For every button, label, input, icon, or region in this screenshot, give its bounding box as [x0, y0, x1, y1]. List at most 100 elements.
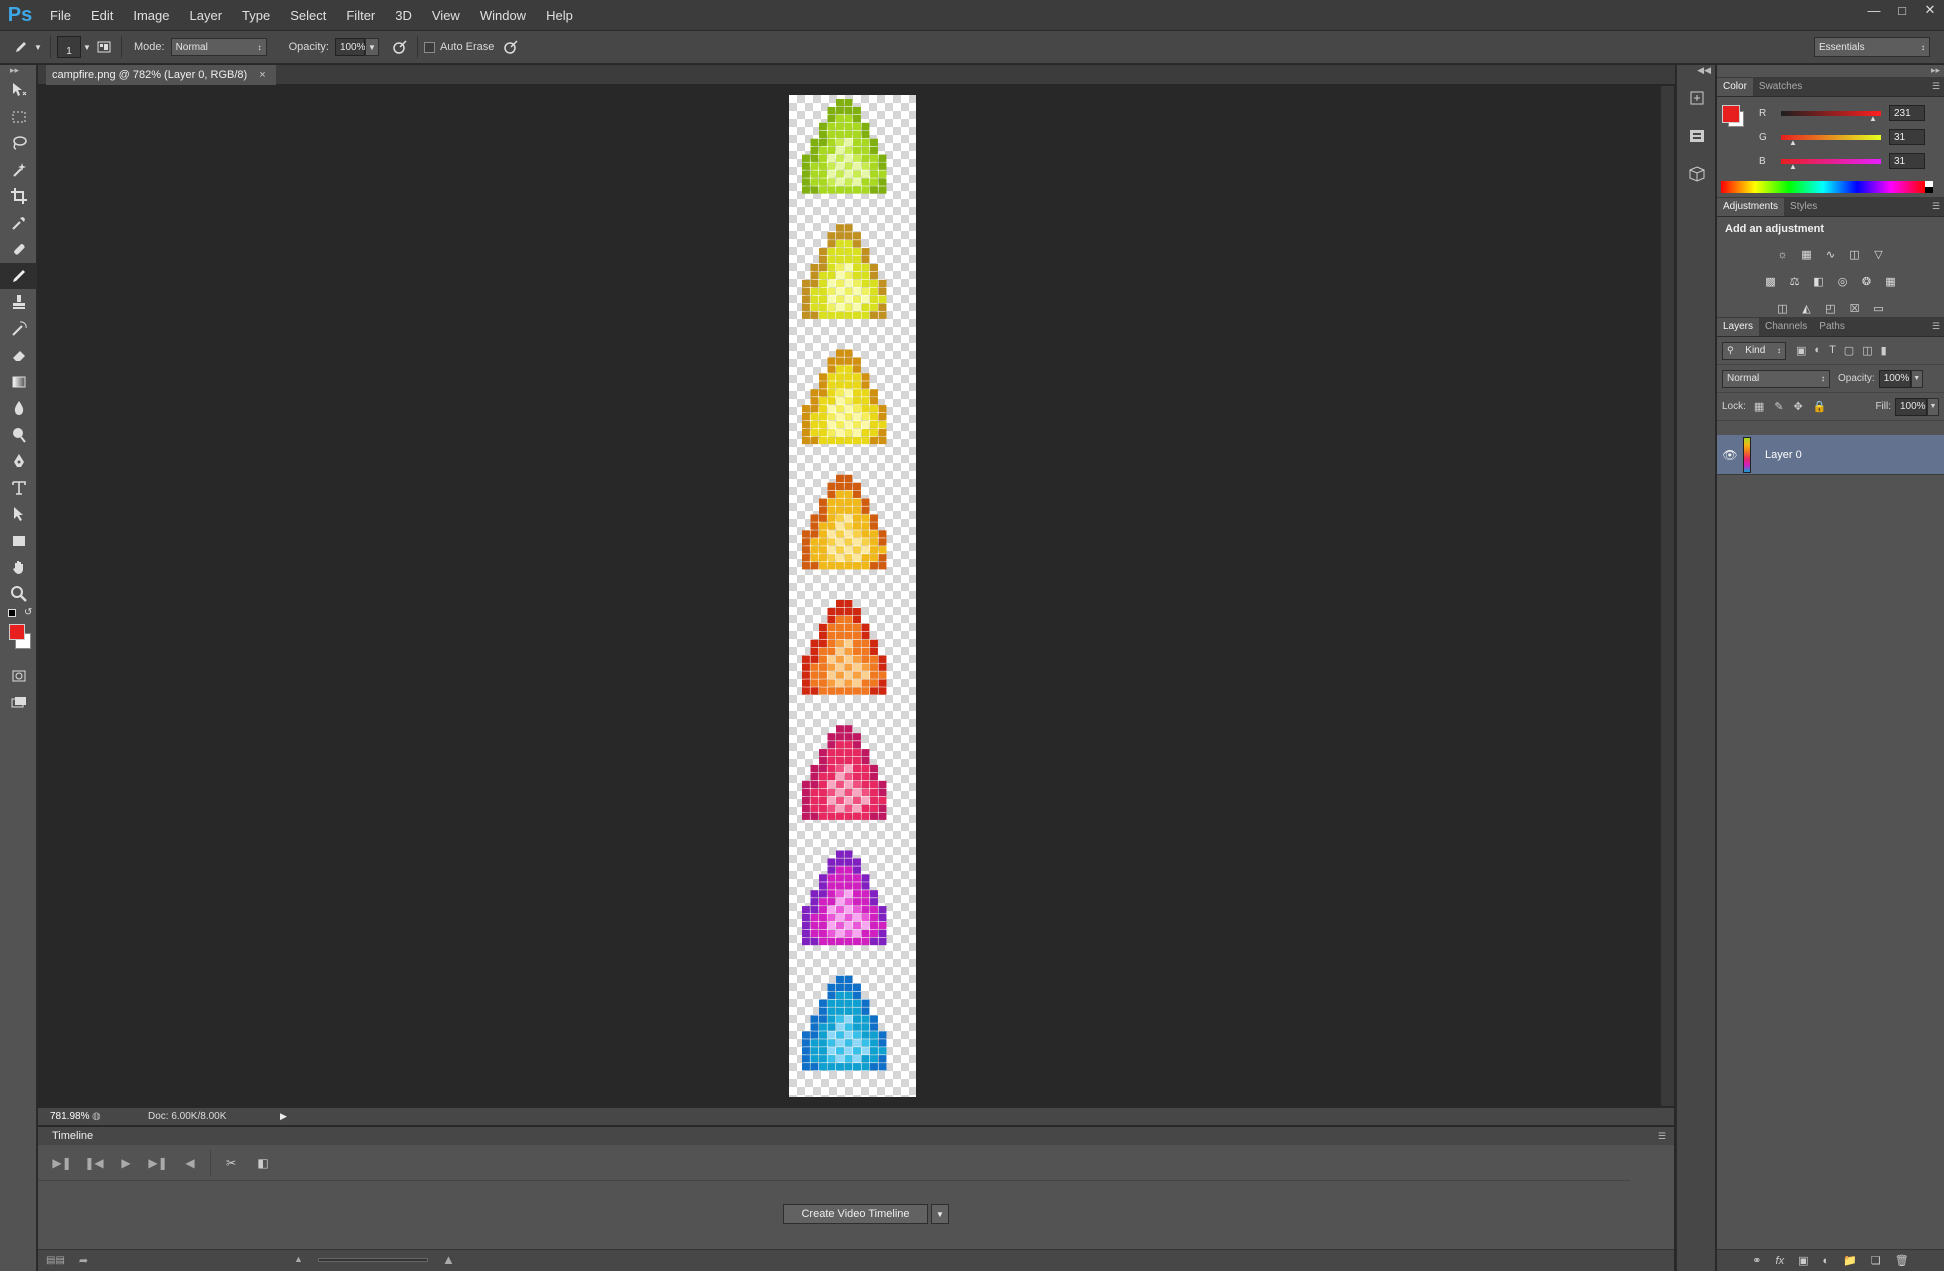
- quick-mask-icon[interactable]: [0, 663, 37, 690]
- zoom-out-icon[interactable]: ▲: [294, 1254, 303, 1264]
- channel-mixer-icon[interactable]: ❂: [1858, 273, 1876, 291]
- layer-opacity-field[interactable]: 100%: [1878, 369, 1911, 388]
- blue-slider[interactable]: ▲: [1781, 158, 1881, 171]
- lock-all-icon[interactable]: 🔒: [1813, 400, 1827, 413]
- black-white-icon[interactable]: ◧: [1810, 273, 1828, 291]
- opacity-field[interactable]: 100%: [334, 38, 366, 56]
- hue-saturation-icon[interactable]: ▩: [1762, 273, 1780, 291]
- rectangle-tool-icon[interactable]: [0, 528, 37, 555]
- lock-transparent-icon[interactable]: ▦: [1754, 400, 1764, 413]
- brush-panel-toggle-icon[interactable]: [93, 36, 115, 58]
- posterize-icon[interactable]: ◭: [1798, 300, 1816, 318]
- dodge-tool-icon[interactable]: [0, 422, 37, 449]
- tab-styles[interactable]: Styles: [1784, 198, 1823, 216]
- collapse-icon[interactable]: ▸▸: [1717, 65, 1944, 77]
- mode-select[interactable]: Normal ↕: [170, 38, 267, 56]
- document-canvas[interactable]: [789, 95, 916, 1097]
- slider-thumb-icon[interactable]: ▲: [1789, 138, 1797, 147]
- hand-tool-icon[interactable]: [0, 554, 37, 581]
- tab-layers[interactable]: Layers: [1717, 318, 1760, 336]
- crop-tool-icon[interactable]: [0, 183, 37, 210]
- default-colors-icon[interactable]: [8, 609, 16, 617]
- status-menu-arrow-icon[interactable]: ▶: [280, 1111, 287, 1122]
- lock-pixels-icon[interactable]: ✎: [1774, 400, 1783, 413]
- healing-brush-tool-icon[interactable]: [0, 236, 37, 263]
- levels-icon[interactable]: ▦: [1798, 246, 1816, 264]
- pencil-tool-icon[interactable]: [0, 262, 37, 289]
- blur-tool-icon[interactable]: [0, 395, 37, 422]
- close-icon[interactable]: ✕: [1916, 0, 1944, 20]
- fill-field[interactable]: 100%: [1895, 397, 1927, 416]
- eyedropper-tool-icon[interactable]: [0, 210, 37, 237]
- gradient-tool-icon[interactable]: [0, 369, 37, 396]
- clone-stamp-tool-icon[interactable]: [0, 289, 37, 316]
- tab-adjustments[interactable]: Adjustments: [1717, 198, 1785, 216]
- transition-icon[interactable]: ◧: [247, 1149, 279, 1177]
- color-spectrum-ramp[interactable]: [1721, 181, 1925, 193]
- document-tab[interactable]: campfire.png @ 782% (Layer 0, RGB/8) ×: [46, 65, 276, 85]
- workspace-select[interactable]: Essentials ↕: [1814, 37, 1930, 57]
- new-layer-icon[interactable]: ❏: [1871, 1254, 1881, 1267]
- brush-size-field[interactable]: 1: [57, 36, 81, 58]
- path-selection-tool-icon[interactable]: [0, 501, 37, 528]
- delete-layer-icon[interactable]: 🗑: [1895, 1254, 1909, 1267]
- swap-colors-icon[interactable]: ↺: [24, 607, 32, 618]
- properties-icon[interactable]: [1677, 117, 1717, 155]
- menu-select[interactable]: Select: [280, 0, 336, 31]
- eye-visibility-icon[interactable]: 👁: [1717, 448, 1743, 462]
- tab-color[interactable]: Color: [1717, 78, 1753, 96]
- audio-icon[interactable]: ◀: [174, 1149, 206, 1177]
- previous-frame-icon[interactable]: ❚◀: [78, 1149, 110, 1177]
- menu-file[interactable]: File: [40, 0, 81, 31]
- green-slider[interactable]: ▲: [1781, 134, 1881, 147]
- threshold-icon[interactable]: ◰: [1822, 300, 1840, 318]
- photo-filter-icon[interactable]: ◎: [1834, 273, 1852, 291]
- eraser-tool-icon[interactable]: [0, 342, 37, 369]
- zoom-in-icon[interactable]: ▲: [442, 1252, 455, 1267]
- menu-view[interactable]: View: [422, 0, 470, 31]
- pressure-opacity-icon[interactable]: [389, 36, 411, 58]
- frame-animation-icon[interactable]: ▤▤: [46, 1255, 65, 1266]
- slider-thumb-icon[interactable]: ▲: [1869, 114, 1877, 123]
- chevron-down-icon[interactable]: ▼: [1910, 369, 1923, 388]
- zoom-tool-icon[interactable]: [0, 581, 37, 608]
- chevron-down-icon[interactable]: ▼: [931, 1204, 949, 1224]
- red-slider[interactable]: ▲: [1781, 110, 1881, 123]
- layer-style-icon[interactable]: fx: [1776, 1255, 1785, 1267]
- pencil-tool-preset-icon[interactable]: [10, 36, 32, 58]
- first-frame-icon[interactable]: ▶❚: [46, 1149, 78, 1177]
- pen-tool-icon[interactable]: [0, 448, 37, 475]
- tab-swatches[interactable]: Swatches: [1753, 78, 1808, 96]
- spectrum-black-white[interactable]: [1925, 181, 1933, 193]
- layer-blend-mode-select[interactable]: Normal ↕: [1722, 369, 1830, 388]
- minimize-icon[interactable]: —: [1860, 0, 1888, 20]
- menu-image[interactable]: Image: [123, 0, 179, 31]
- blue-value[interactable]: 31: [1889, 153, 1925, 169]
- panel-menu-icon[interactable]: ☰: [1932, 201, 1940, 212]
- menu-help[interactable]: Help: [536, 0, 583, 31]
- menu-edit[interactable]: Edit: [81, 0, 123, 31]
- canvas-area[interactable]: [38, 86, 1660, 1106]
- move-tool-icon[interactable]: [0, 77, 37, 104]
- chevron-down-icon[interactable]: ▼: [1927, 397, 1939, 416]
- zoom-level[interactable]: 781.98%: [38, 1111, 89, 1122]
- green-value[interactable]: 31: [1889, 129, 1925, 145]
- next-frame-icon[interactable]: ▶❚: [142, 1149, 174, 1177]
- 3d-cube-icon[interactable]: [1677, 155, 1717, 193]
- color-balance-icon[interactable]: ⚖: [1786, 273, 1804, 291]
- timeline-zoom-slider[interactable]: [318, 1258, 428, 1262]
- new-adjustment-layer-icon[interactable]: ◐: [1822, 1255, 1829, 1267]
- menu-window[interactable]: Window: [470, 0, 536, 31]
- curves-icon[interactable]: ∿: [1822, 246, 1840, 264]
- lock-position-icon[interactable]: ✥: [1794, 400, 1803, 413]
- maximize-icon[interactable]: □: [1888, 0, 1916, 20]
- type-tool-icon[interactable]: [0, 475, 37, 502]
- chevron-down-icon[interactable]: ▼: [81, 36, 93, 58]
- filter-toggle-icon[interactable]: ▮: [1881, 344, 1887, 357]
- pressure-size-icon[interactable]: [500, 36, 522, 58]
- panel-menu-icon[interactable]: ☰: [1658, 1131, 1666, 1142]
- new-group-icon[interactable]: 📁: [1843, 1254, 1857, 1267]
- auto-erase-checkbox[interactable]: [423, 41, 435, 53]
- add-mask-icon[interactable]: ▣: [1798, 1254, 1808, 1267]
- filter-adjustment-icon[interactable]: ◐: [1814, 344, 1821, 357]
